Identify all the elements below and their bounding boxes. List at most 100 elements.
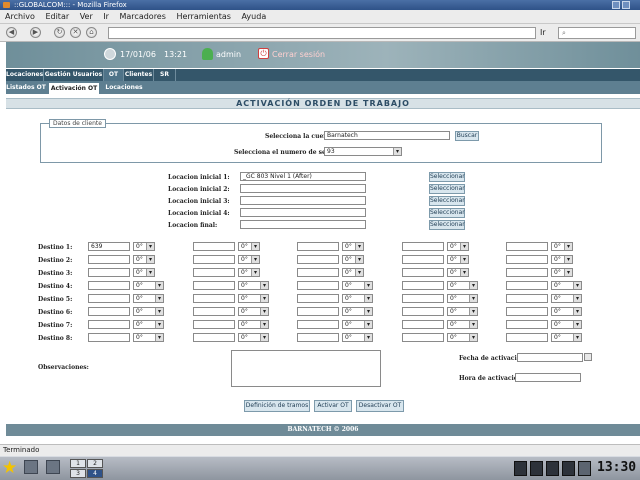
close-window-icon[interactable]: [622, 1, 630, 9]
desactivar-ot-button[interactable]: Desactivar OT: [356, 400, 404, 412]
destino-7-select-3[interactable]: 0°: [342, 320, 373, 329]
destino-3-select-5[interactable]: 0°: [551, 268, 573, 277]
destino-8-select-4[interactable]: 0°: [447, 333, 478, 342]
destino-1-input-4[interactable]: [402, 242, 444, 251]
destino-7-input-2[interactable]: [193, 320, 235, 329]
locacion-input-3[interactable]: [240, 196, 366, 205]
seleccionar-button-3[interactable]: Seleccionar: [429, 196, 465, 206]
account-input[interactable]: Barnatech: [324, 131, 450, 140]
destino-7-select-1[interactable]: 0°: [133, 320, 164, 329]
destino-5-select-1[interactable]: 0°: [133, 294, 164, 303]
destino-6-select-5[interactable]: 0°: [551, 307, 582, 316]
destino-8-input-2[interactable]: [193, 333, 235, 342]
destino-1-select-5[interactable]: 0°: [551, 242, 573, 251]
observaciones-textarea[interactable]: [231, 350, 381, 387]
seleccionar-button-1[interactable]: Seleccionar: [429, 172, 465, 182]
destino-8-input-4[interactable]: [402, 333, 444, 342]
menu-ver[interactable]: Ver: [80, 12, 93, 21]
destino-6-input-1[interactable]: [88, 307, 130, 316]
workspace-3[interactable]: 3: [70, 469, 86, 478]
destino-4-select-2[interactable]: 0°: [238, 281, 269, 290]
destino-3-input-5[interactable]: [506, 268, 548, 277]
destino-2-select-4[interactable]: 0°: [447, 255, 469, 264]
destino-4-input-4[interactable]: [402, 281, 444, 290]
destino-5-select-4[interactable]: 0°: [447, 294, 478, 303]
destino-8-input-1[interactable]: [88, 333, 130, 342]
tab-locaciones[interactable]: Locaciones: [6, 69, 44, 81]
destino-1-select-2[interactable]: 0°: [238, 242, 260, 251]
activar-ot-button[interactable]: Activar OT: [314, 400, 352, 412]
start-star-icon[interactable]: ★: [2, 458, 17, 478]
subtab-locaciones[interactable]: Locaciones: [102, 82, 146, 94]
stop-icon[interactable]: ✕: [70, 27, 81, 38]
destino-2-input-1[interactable]: [88, 255, 130, 264]
search-account-button[interactable]: Buscar: [455, 131, 479, 141]
workspace-1[interactable]: 1: [70, 459, 86, 468]
forward-icon[interactable]: ▶: [30, 27, 41, 38]
destino-5-select-5[interactable]: 0°: [551, 294, 582, 303]
tab-clientes[interactable]: Clientes: [124, 69, 154, 81]
memory-monitor-icon[interactable]: [562, 461, 575, 476]
destino-2-input-2[interactable]: [193, 255, 235, 264]
destino-4-select-3[interactable]: 0°: [342, 281, 373, 290]
network-monitor-icon[interactable]: [530, 461, 543, 476]
destino-8-select-5[interactable]: 0°: [551, 333, 582, 342]
display-icon[interactable]: [46, 460, 60, 474]
minimize-icon[interactable]: [612, 1, 620, 9]
definicion-tramos-button[interactable]: Definición de tramos: [244, 400, 310, 412]
seleccionar-button-4[interactable]: Seleccionar: [429, 208, 465, 218]
destino-7-select-4[interactable]: 0°: [447, 320, 478, 329]
destino-1-select-4[interactable]: 0°: [447, 242, 469, 251]
destino-2-select-2[interactable]: 0°: [238, 255, 260, 264]
destino-5-select-2[interactable]: 0°: [238, 294, 269, 303]
destino-1-input-1[interactable]: 639: [88, 242, 130, 251]
destino-4-select-5[interactable]: 0°: [551, 281, 582, 290]
destino-3-input-4[interactable]: [402, 268, 444, 277]
tray-icon-1[interactable]: [514, 461, 527, 476]
destino-3-input-1[interactable]: [88, 268, 130, 277]
destino-7-input-4[interactable]: [402, 320, 444, 329]
destino-6-select-3[interactable]: 0°: [342, 307, 373, 316]
search-input[interactable]: ⌕: [558, 27, 636, 39]
destino-2-input-4[interactable]: [402, 255, 444, 264]
seleccionar-button-2[interactable]: Seleccionar: [429, 184, 465, 194]
destino-5-input-1[interactable]: [88, 294, 130, 303]
destino-3-input-3[interactable]: [297, 268, 339, 277]
url-input[interactable]: [108, 27, 536, 39]
destino-7-input-5[interactable]: [506, 320, 548, 329]
seleccionar-button-5[interactable]: Seleccionar: [429, 220, 465, 230]
locacion-input-1[interactable]: _GC 803 Nivel 1 (After): [240, 172, 366, 181]
reload-icon[interactable]: ↻: [54, 27, 65, 38]
destino-1-input-3[interactable]: [297, 242, 339, 251]
destino-8-select-2[interactable]: 0°: [238, 333, 269, 342]
destino-4-select-1[interactable]: 0°: [133, 281, 164, 290]
cpu-monitor-icon[interactable]: [546, 461, 559, 476]
volume-icon[interactable]: [578, 461, 591, 476]
destino-2-input-3[interactable]: [297, 255, 339, 264]
destino-4-input-1[interactable]: [88, 281, 130, 290]
logout-icon[interactable]: ⏻: [258, 48, 269, 59]
destino-6-select-2[interactable]: 0°: [238, 307, 269, 316]
locacion-input-5[interactable]: [240, 220, 366, 229]
destino-6-input-3[interactable]: [297, 307, 339, 316]
subtab-activacion-ot[interactable]: Activación OT: [48, 82, 100, 94]
menu-ir[interactable]: Ir: [103, 12, 109, 21]
destino-7-input-1[interactable]: [88, 320, 130, 329]
destino-8-select-1[interactable]: 0°: [133, 333, 164, 342]
destino-2-select-5[interactable]: 0°: [551, 255, 573, 264]
fecha-activacion-input[interactable]: [517, 353, 583, 362]
locacion-input-4[interactable]: [240, 208, 366, 217]
menu-editar[interactable]: Editar: [45, 12, 69, 21]
subtab-listados-ot[interactable]: Listados OT: [6, 82, 46, 94]
destino-6-select-4[interactable]: 0°: [447, 307, 478, 316]
destino-6-input-5[interactable]: [506, 307, 548, 316]
destino-1-select-3[interactable]: 0°: [342, 242, 364, 251]
destino-5-select-3[interactable]: 0°: [342, 294, 373, 303]
destino-4-input-5[interactable]: [506, 281, 548, 290]
destino-6-input-2[interactable]: [193, 307, 235, 316]
terminal-icon[interactable]: [24, 460, 38, 474]
calendar-icon[interactable]: [584, 353, 592, 361]
destino-4-input-3[interactable]: [297, 281, 339, 290]
destino-8-select-3[interactable]: 0°: [342, 333, 373, 342]
destino-4-input-2[interactable]: [193, 281, 235, 290]
